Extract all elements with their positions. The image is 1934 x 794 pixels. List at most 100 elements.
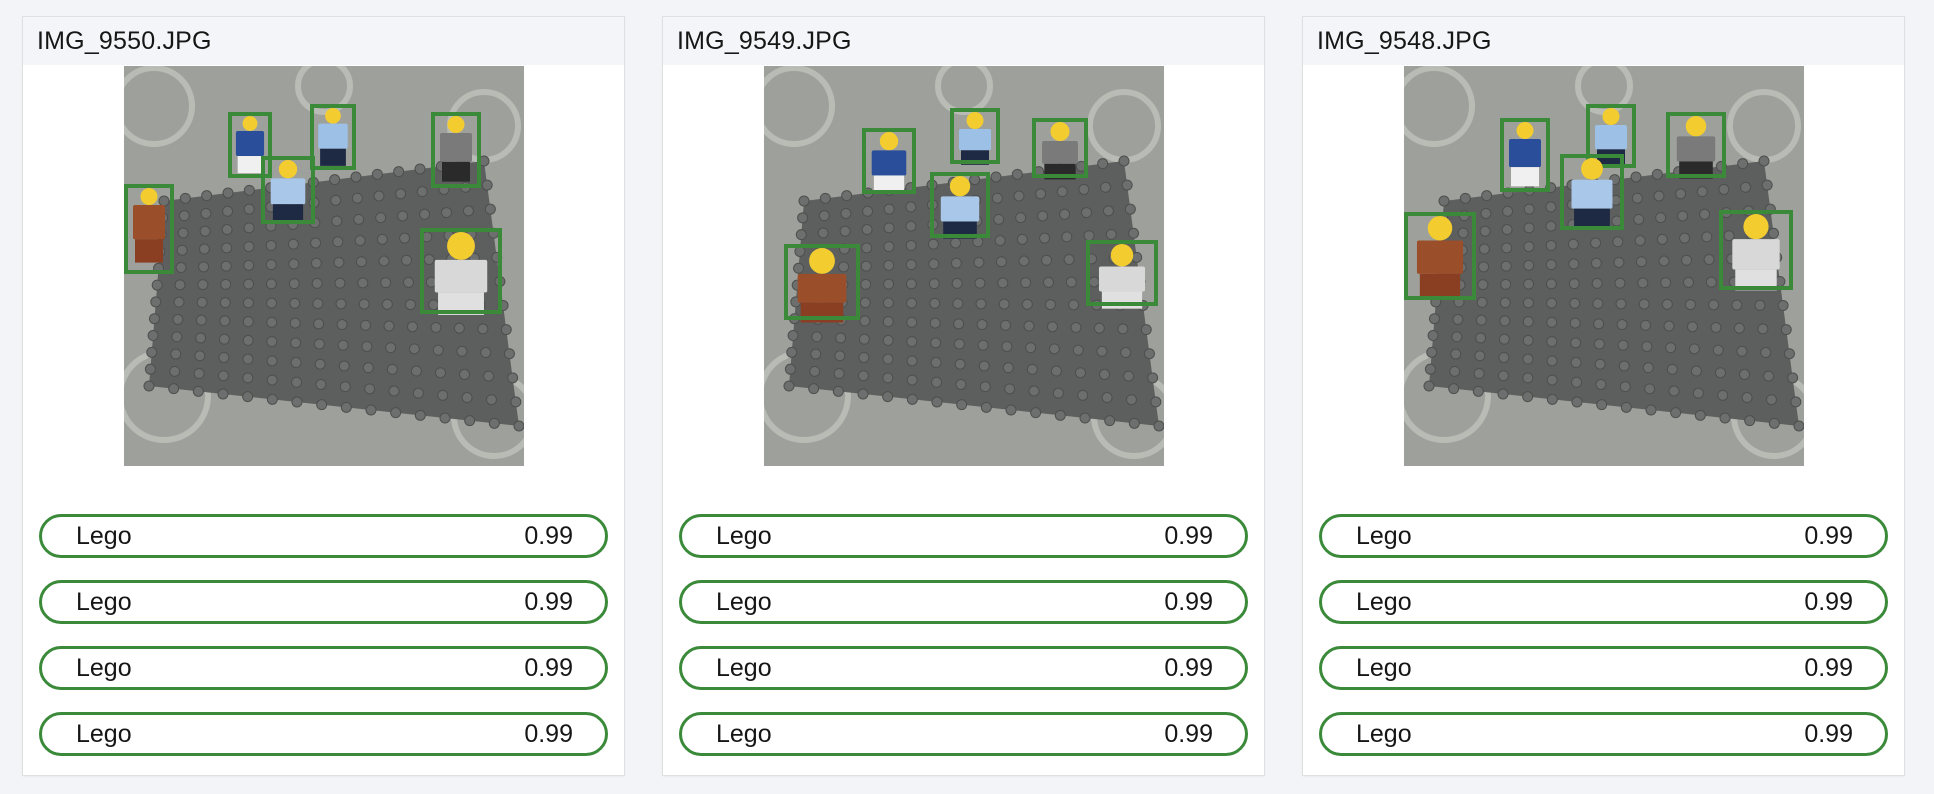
detection-result-pill[interactable]: Lego 0.99 bbox=[1319, 712, 1888, 756]
baseplate-stud bbox=[793, 262, 805, 274]
image-preview[interactable] bbox=[124, 66, 524, 466]
baseplate-stud bbox=[360, 319, 372, 331]
baseplate-stud bbox=[170, 348, 182, 360]
baseplate-stud bbox=[220, 278, 232, 290]
baseplate-stud bbox=[906, 355, 918, 367]
baseplate-stud bbox=[195, 332, 207, 344]
baseplate-stud bbox=[1522, 391, 1534, 403]
detection-results-list: Lego 0.99 Lego 0.99 Lego 0.99 Lego 0.99 bbox=[39, 514, 608, 778]
baseplate-stud bbox=[338, 360, 350, 372]
result-score: 0.99 bbox=[524, 587, 573, 616]
baseplate-stud bbox=[403, 276, 415, 288]
baseplate-stud bbox=[835, 332, 847, 344]
result-score: 0.99 bbox=[524, 719, 573, 748]
detection-result-pill[interactable]: Lego 0.99 bbox=[39, 514, 608, 558]
baseplate-stud bbox=[362, 362, 374, 374]
baseplate-stud bbox=[1497, 388, 1509, 400]
detection-result-pill[interactable]: Lego 0.99 bbox=[679, 580, 1248, 624]
baseplate-stud bbox=[1120, 347, 1132, 359]
baseplate-stud bbox=[1065, 276, 1077, 288]
detection-result-pill[interactable]: Lego 0.99 bbox=[39, 646, 608, 690]
baseplate-stud bbox=[148, 313, 160, 325]
baseplate-stud bbox=[243, 278, 255, 290]
baseplate-stud bbox=[1105, 228, 1117, 240]
baseplate-stud bbox=[787, 330, 799, 342]
baseplate-stud bbox=[288, 278, 300, 290]
baseplate-stud bbox=[1097, 158, 1109, 170]
baseplate-stud bbox=[840, 207, 852, 219]
result-label: Lego bbox=[1356, 653, 1412, 682]
baseplate-stud bbox=[1688, 343, 1700, 355]
baseplate-stud bbox=[1712, 344, 1724, 356]
baseplate-stud bbox=[397, 210, 409, 222]
baseplate-stud bbox=[313, 318, 325, 330]
baseplate-stud bbox=[198, 261, 210, 273]
baseplate-stud bbox=[242, 372, 254, 384]
baseplate-stud bbox=[1760, 347, 1772, 359]
baseplate-stud bbox=[1645, 404, 1657, 416]
detection-result-pill[interactable]: Lego 0.99 bbox=[679, 646, 1248, 690]
detection-result-pill[interactable]: Lego 0.99 bbox=[1319, 646, 1888, 690]
baseplate-stud bbox=[1545, 220, 1557, 232]
baseplate-stud bbox=[882, 353, 894, 365]
baseplate-stud bbox=[858, 351, 870, 363]
detection-result-pill[interactable]: Lego 0.99 bbox=[39, 580, 608, 624]
baseplate-stud bbox=[288, 258, 300, 270]
baseplate-stud bbox=[956, 399, 968, 411]
detection-result-pill[interactable]: Lego 0.99 bbox=[1319, 514, 1888, 558]
baseplate-stud bbox=[905, 201, 917, 213]
baseplate-stud bbox=[1035, 188, 1047, 200]
baseplate-stud bbox=[1637, 277, 1649, 289]
card-filename: IMG_9548.JPG bbox=[1303, 17, 1904, 65]
image-preview[interactable] bbox=[1404, 66, 1804, 466]
baseplate-stud bbox=[464, 415, 476, 427]
baseplate-stud bbox=[150, 296, 162, 308]
detection-result-pill[interactable]: Lego 0.99 bbox=[679, 712, 1248, 756]
baseplate-stud bbox=[1427, 330, 1439, 342]
baseplate-stud bbox=[1658, 255, 1670, 267]
baseplate-stud bbox=[978, 360, 990, 372]
baseplate-stud bbox=[1102, 205, 1114, 217]
baseplate-stud bbox=[1569, 317, 1581, 329]
baseplate-stud bbox=[1640, 319, 1652, 331]
baseplate-stud bbox=[143, 380, 155, 392]
baseplate-stud bbox=[430, 321, 442, 333]
baseplate-stud bbox=[434, 367, 446, 379]
baseplate-stud bbox=[838, 261, 850, 273]
baseplate-stud bbox=[1004, 383, 1016, 395]
baseplate-stud bbox=[1059, 208, 1071, 220]
baseplate-stud bbox=[1083, 230, 1095, 242]
baseplate-stud bbox=[1768, 417, 1780, 429]
baseplate-stud bbox=[928, 278, 940, 290]
detection-result-pill[interactable]: Lego 0.99 bbox=[39, 712, 608, 756]
baseplate-stud bbox=[376, 233, 388, 245]
baseplate-stud bbox=[1545, 239, 1557, 251]
baseplate-stud bbox=[1459, 192, 1471, 204]
detection-result-pill[interactable]: Lego 0.99 bbox=[679, 514, 1248, 558]
baseplate-stud bbox=[1591, 277, 1603, 289]
baseplate-stud bbox=[1522, 372, 1534, 384]
baseplate-stud bbox=[179, 192, 191, 204]
baseplate-stud bbox=[952, 298, 964, 310]
baseplate-stud bbox=[862, 205, 874, 217]
baseplate-stud bbox=[1546, 355, 1558, 367]
baseplate-stud bbox=[1063, 254, 1075, 266]
baseplate-stud bbox=[1618, 360, 1630, 372]
baseplate-stud bbox=[291, 376, 303, 388]
image-preview[interactable] bbox=[764, 66, 1164, 466]
image-card: IMG_9549.JPG Lego 0.99 Lego 0.99 Lego 0.99 Lego… bbox=[663, 17, 1264, 775]
baseplate-stud bbox=[955, 378, 967, 390]
baseplate-stud bbox=[974, 277, 986, 289]
detection-result-pill[interactable]: Lego 0.99 bbox=[1319, 580, 1888, 624]
baseplate-stud bbox=[1131, 251, 1143, 263]
baseplate-stud bbox=[383, 320, 395, 332]
baseplate-stud bbox=[1026, 363, 1038, 375]
baseplate-stud bbox=[265, 259, 277, 271]
baseplate-stud bbox=[1633, 213, 1645, 225]
baseplate-stud bbox=[290, 337, 302, 349]
baseplate-stud bbox=[1701, 231, 1713, 243]
baseplate-stud bbox=[1690, 365, 1702, 377]
baseplate-stud bbox=[1545, 278, 1557, 290]
detection-image bbox=[1404, 66, 1804, 466]
baseplate-stud bbox=[385, 342, 397, 354]
